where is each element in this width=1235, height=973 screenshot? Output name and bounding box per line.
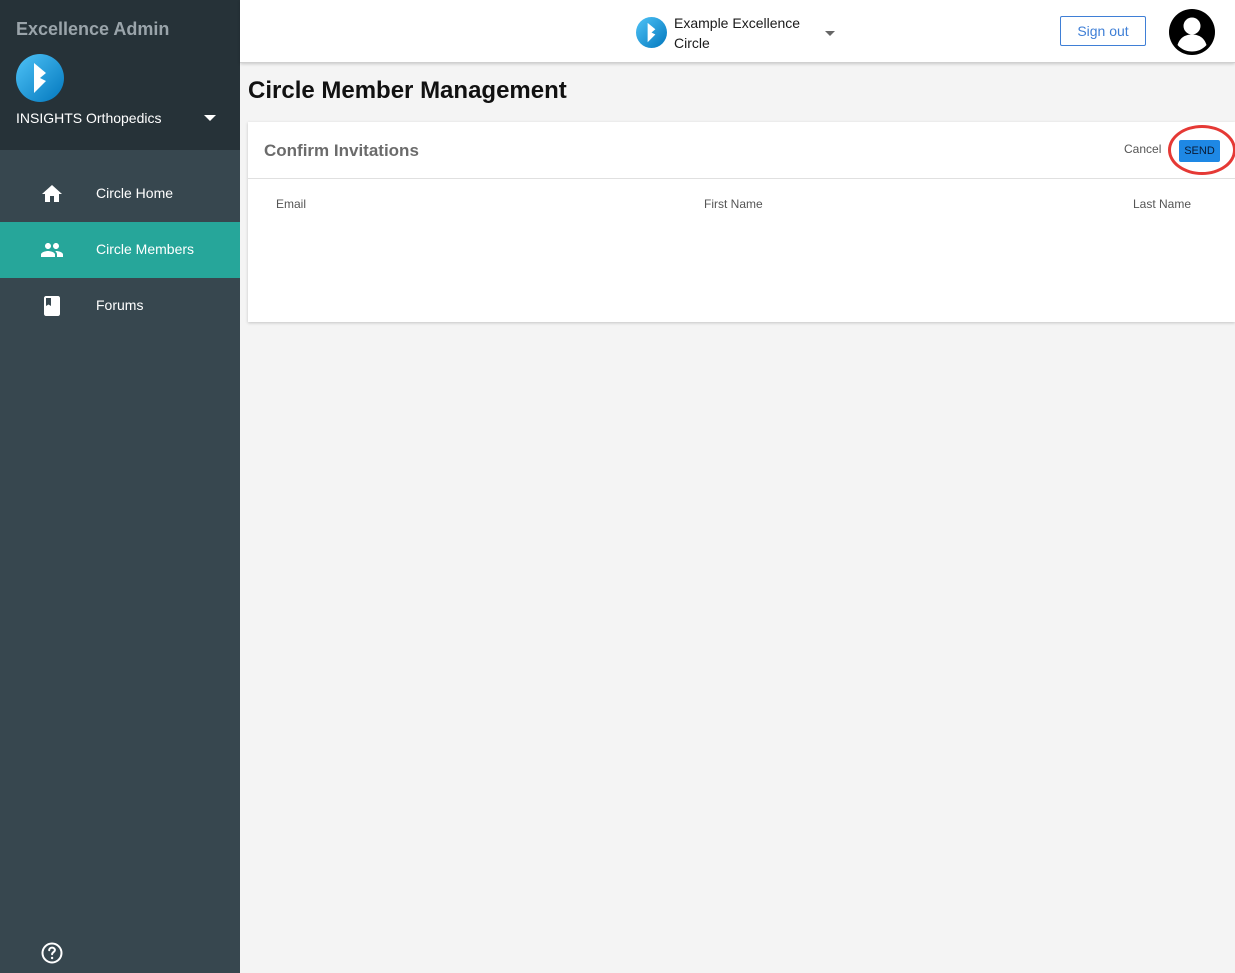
column-header-email[interactable]: Email <box>276 197 306 211</box>
sidebar-item-forums[interactable]: Forums <box>0 278 240 334</box>
top-bar: Example Excellence Circle Sign out <box>240 0 1235 63</box>
sign-out-button[interactable]: Sign out <box>1060 16 1146 46</box>
circle-logo-icon <box>636 17 667 48</box>
people-icon <box>41 243 63 257</box>
sidebar-item-circle-home[interactable]: Circle Home <box>0 166 240 222</box>
sidebar-item-label: Forums <box>96 297 144 313</box>
sidebar-header: Excellence Admin INSIGHTS Orthopedics <box>0 0 240 150</box>
sidebar: Excellence Admin INSIGHTS Orthopedics Ci… <box>0 0 240 973</box>
page-title: Circle Member Management <box>248 77 567 104</box>
column-header-last-name[interactable]: Last Name <box>1133 197 1191 211</box>
confirm-invitations-card: Confirm Invitations Cancel SEND Email Fi… <box>248 122 1235 322</box>
sidebar-item-label: Circle Home <box>96 185 174 201</box>
org-dropdown-caret-icon[interactable] <box>200 108 220 128</box>
sidebar-item-label: Circle Members <box>96 241 195 257</box>
cancel-button[interactable]: Cancel <box>1124 142 1161 156</box>
card-title: Confirm Invitations <box>264 141 419 160</box>
circle-name: Example Excellence Circle <box>674 15 801 51</box>
send-button[interactable]: SEND <box>1179 140 1220 162</box>
sidebar-item-circle-members[interactable]: Circle Members <box>0 222 240 278</box>
brand-logo-icon <box>16 54 64 102</box>
circle-dropdown-caret-icon[interactable] <box>820 23 840 43</box>
book-icon <box>44 296 60 316</box>
home-icon <box>42 185 62 202</box>
card-header: Confirm Invitations Cancel SEND <box>248 122 1235 179</box>
user-avatar-icon[interactable] <box>1167 7 1217 57</box>
app-root: Excellence Admin INSIGHTS Orthopedics Ci… <box>0 0 1235 973</box>
column-header-first-name[interactable]: First Name <box>704 197 763 211</box>
app-title: Excellence Admin <box>16 19 170 39</box>
invitations-table-header: Email First Name Last Name <box>248 179 1235 229</box>
org-name: INSIGHTS Orthopedics <box>16 110 162 126</box>
help-icon[interactable] <box>40 941 64 965</box>
sidebar-nav: Circle Home Circle Members Forums <box>0 166 240 334</box>
